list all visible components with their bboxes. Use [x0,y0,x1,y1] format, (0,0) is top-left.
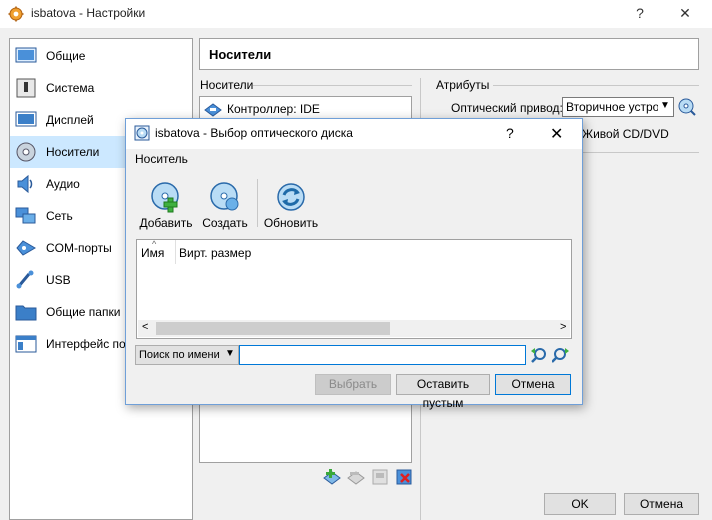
sidebar-item-label: Интерфейс по [46,337,126,351]
window-titlebar: isbatova - Настройки ? ✕ [0,0,712,28]
column-header-name[interactable]: Имя [141,246,164,260]
toolbar-separator [257,179,258,227]
sidebar-item-system[interactable]: Система [10,72,192,104]
user-interface-icon [15,335,37,353]
add-disk-attachment-icon[interactable] [371,468,389,486]
storage-icon [16,142,36,162]
remove-attachment-icon[interactable] [347,468,365,486]
search-forward-icon[interactable] [552,347,570,365]
controller-label[interactable]: Контроллер: IDE [227,102,320,116]
scroll-left-icon[interactable]: < [142,321,148,333]
dialog-toolbar: Добавить Создать Обновить [126,171,582,231]
cancel-button[interactable]: Отмена [624,493,699,515]
optical-drive-label: Оптический привод: [451,101,563,115]
refresh-icon [277,183,305,211]
search-input[interactable] [239,345,526,365]
add-disk-icon [151,182,179,213]
dialog-section-label: Носитель [135,152,188,166]
create-disk-icon [210,182,239,211]
dialog-titlebar: isbatova - Выбор оптического диска ? ✕ [126,119,582,149]
ok-button[interactable]: OK [544,493,616,515]
search-backward-icon[interactable] [530,347,548,365]
dialog-cancel-button[interactable]: Отмена [495,374,571,395]
display-icon [15,111,37,127]
dialog-title: isbatova - Выбор оптического диска [155,126,353,140]
dialog-close-button[interactable]: ✕ [550,124,563,144]
sidebar-item-label: USB [46,273,71,287]
horizontal-scrollbar[interactable]: < > [138,320,570,337]
scrollbar-thumb[interactable] [156,322,390,335]
general-icon [15,47,37,63]
add-attachment-icon[interactable] [323,468,341,486]
attributes-section-label: Атрибуты [436,78,490,92]
scroll-right-icon[interactable]: > [560,321,566,333]
choose-disk-icon[interactable] [678,98,696,116]
shared-folders-icon [15,305,37,321]
dialog-help-button[interactable]: ? [506,125,514,141]
column-header-virtual-size[interactable]: Вирт. размер [179,246,251,260]
refresh-button[interactable]: Обновить [263,171,319,231]
sidebar-item-label: Система [46,81,95,95]
ide-controller-icon [204,101,222,117]
remove-disk-attachment-icon[interactable] [395,468,413,486]
storage-section-label: Носители [200,78,254,92]
choose-button[interactable]: Выбрать [315,374,391,395]
optical-disk-icon [134,125,150,141]
window-title: isbatova - Настройки [31,6,146,20]
sidebar-item-label: Общие [46,49,86,63]
choose-optical-disk-dialog: isbatova - Выбор оптического диска ? ✕ Н… [125,118,583,410]
add-button[interactable]: Добавить [138,171,194,231]
audio-icon [17,174,33,194]
divider [493,85,699,86]
virtualbox-settings-icon [8,6,24,22]
serial-ports-icon [16,240,36,256]
search-mode-value: Поиск по имени [139,349,220,361]
create-button[interactable]: Создать [197,171,253,231]
close-button[interactable]: ✕ [665,0,705,28]
create-button-label: Создать [202,216,248,230]
storage-tree-toolbar [323,468,413,486]
divider [582,152,699,153]
optical-drive-select[interactable]: Вторичное устройство ▼ [562,97,674,117]
refresh-button-label: Обновить [263,216,319,230]
sidebar-item-label: Носители [46,145,100,159]
search-mode-select[interactable]: Поиск по имени ▼ [135,345,239,365]
column-divider [175,240,176,264]
chevron-down-icon: ▼ [660,100,670,111]
system-icon [16,78,36,98]
divider [253,85,412,86]
optical-drive-value: Вторичное устройство [566,100,658,114]
network-icon [15,207,36,224]
sidebar-item-general[interactable]: Общие [10,40,192,72]
chevron-down-icon: ▼ [225,348,235,359]
sidebar-item-label: Сеть [46,209,73,223]
sidebar-item-label: COM-порты [46,241,112,255]
media-table[interactable]: ^ Имя Вирт. размер < > [136,239,572,339]
page-header: Носители [199,38,699,70]
help-button[interactable]: ? [620,0,660,28]
sidebar-item-label: Аудио [46,177,80,191]
page-title: Носители [209,47,272,62]
live-cd-label: Живой CD/DVD [582,127,669,141]
add-button-label: Добавить [139,216,193,230]
leave-empty-button[interactable]: Оставить пустым [396,374,490,410]
usb-icon [16,270,34,289]
sidebar-item-label: Общие папки [46,305,121,319]
sidebar-item-label: Дисплей [46,113,94,127]
